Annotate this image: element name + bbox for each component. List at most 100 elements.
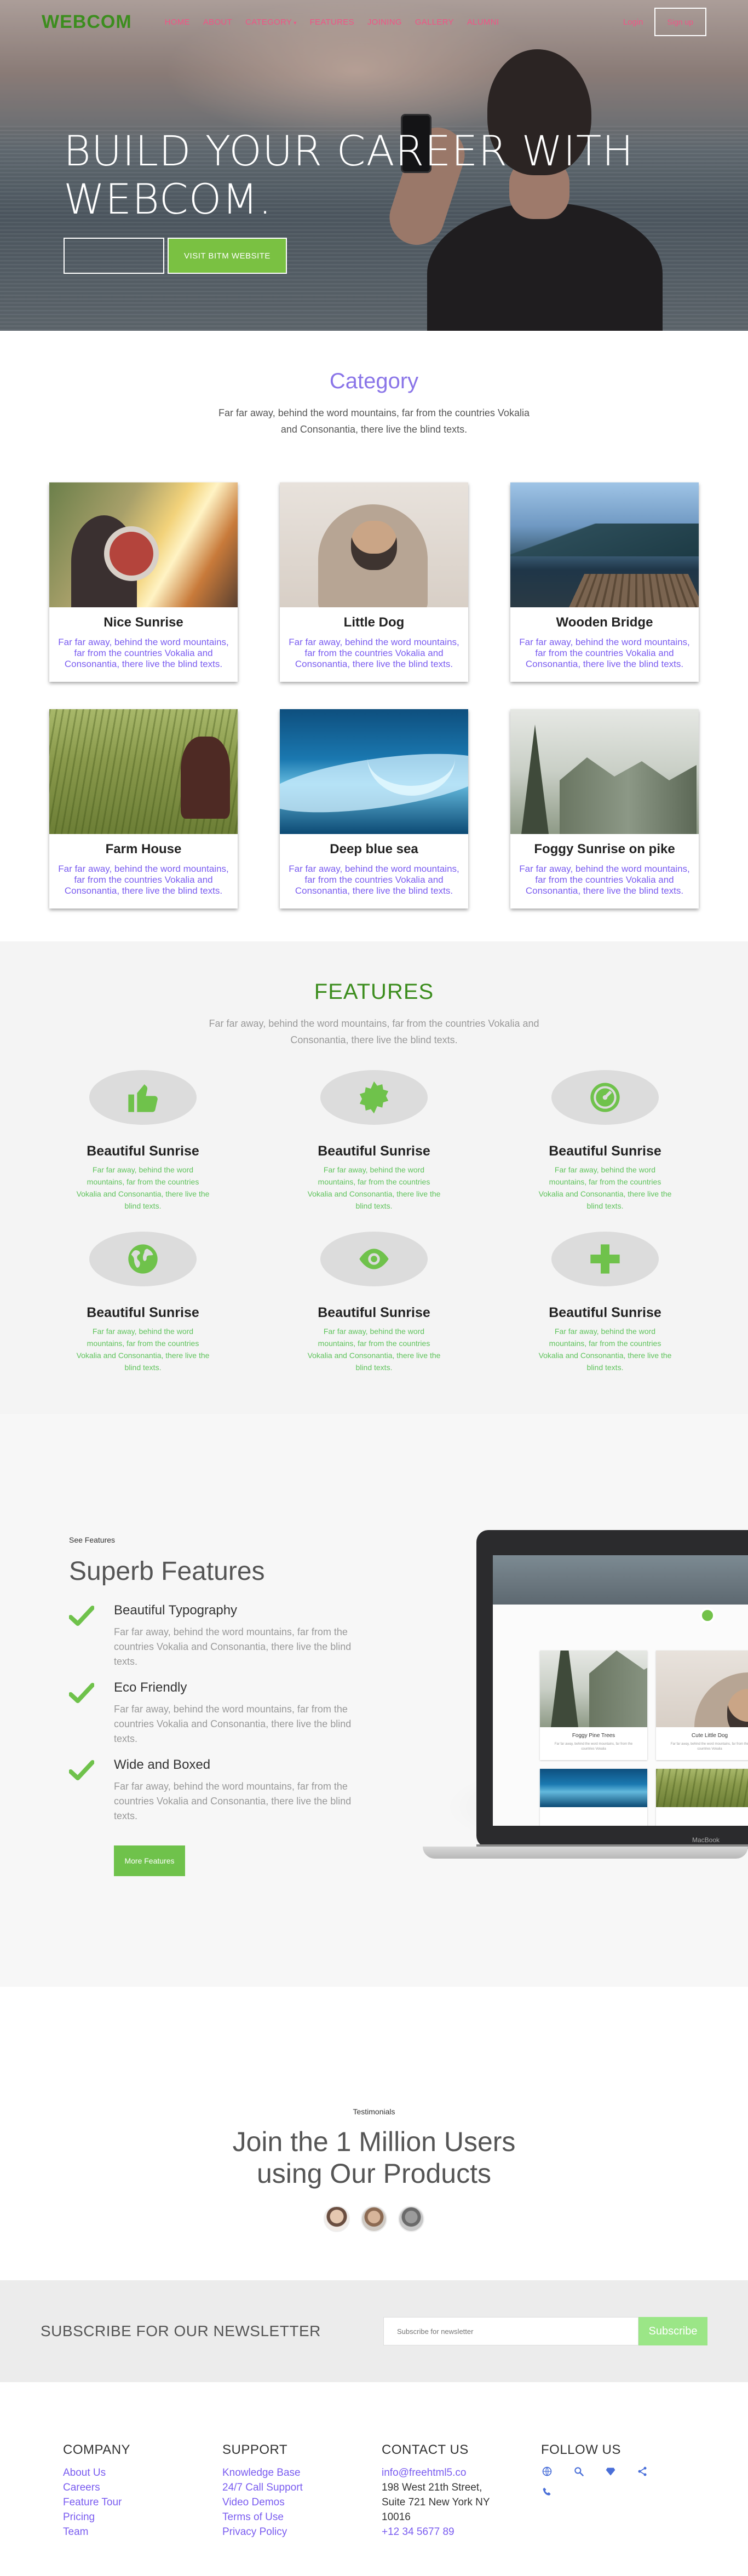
- laptop-card: [656, 1769, 748, 1826]
- caret-down-icon: ▾: [294, 20, 297, 26]
- hero-title: BUILD YOUR CAREER WITH WEBCOM.: [64, 127, 634, 223]
- avatar[interactable]: [398, 2206, 424, 2232]
- superb-feature-text: Far far away, behind the word mountains,…: [114, 1781, 352, 1821]
- newsletter-email-input[interactable]: [383, 2317, 638, 2345]
- plus-icon: [551, 1232, 659, 1286]
- search-icon[interactable]: [573, 2465, 585, 2477]
- footer-heading: CONTACT US: [382, 2442, 469, 2457]
- laptop-card: Cute Little Dog Far far away, behind the…: [656, 1651, 748, 1760]
- feature-text: Far far away, behind the word mountains,…: [538, 1327, 672, 1372]
- login-link[interactable]: Login: [623, 18, 643, 27]
- avatar[interactable]: [324, 2206, 350, 2232]
- footer-link[interactable]: Knowledge Base: [222, 2465, 382, 2480]
- phone-icon[interactable]: [541, 2486, 553, 2498]
- hero-outline-button[interactable]: [64, 238, 164, 274]
- superb-features-section: See Features Superb Features Beautiful T…: [0, 1414, 748, 1987]
- nav-item-category[interactable]: CATEGORY ▾: [245, 18, 297, 27]
- card-text: Far far away, behind the word mountains,…: [519, 637, 690, 669]
- hero-title-line1: BUILD YOUR CAREER WITH: [64, 127, 634, 175]
- nav-item-alumni[interactable]: ALUMNI: [467, 18, 499, 27]
- feature-text: Far far away, behind the word mountains,…: [76, 1327, 210, 1372]
- category-card[interactable]: Wooden Bridge Far far away, behind the w…: [510, 482, 699, 682]
- category-subtitle: Far far away, behind the word mountains,…: [218, 407, 530, 435]
- category-cards: Nice Sunrise Far far away, behind the wo…: [0, 482, 748, 909]
- footer-heading: SUPPORT: [222, 2442, 288, 2457]
- nav-item-home[interactable]: HOME: [165, 18, 190, 27]
- category-card[interactable]: Little Dog Far far away, behind the word…: [280, 482, 468, 682]
- nav-item-features[interactable]: FEATURES: [310, 18, 354, 27]
- footer-link[interactable]: Privacy Policy: [222, 2525, 382, 2539]
- footer-company: COMPANY About Us Careers Feature Tour Pr…: [63, 2442, 222, 2558]
- nav-item-joining[interactable]: JOINING: [367, 18, 402, 27]
- site-logo[interactable]: WEBCOM: [42, 12, 132, 33]
- feature-title: Beautiful Sunrise: [549, 1143, 661, 1159]
- footer-link[interactable]: Feature Tour: [63, 2495, 222, 2510]
- footer-support: SUPPORT Knowledge Base 24/7 Call Support…: [222, 2442, 382, 2558]
- nav-item-category-label: CATEGORY: [245, 17, 292, 27]
- globe-icon: [89, 1232, 197, 1286]
- footer-link[interactable]: Terms of Use: [222, 2510, 382, 2525]
- nav-item-gallery[interactable]: GALLERY: [415, 18, 454, 27]
- dashboard-icon: [551, 1070, 659, 1125]
- check-icon: [69, 1760, 94, 1780]
- superb-feature-item: Beautiful Typography Far far away, behin…: [69, 1603, 376, 1669]
- laptop-screen: Foggy Pine Trees Far far away, behind th…: [493, 1555, 748, 1826]
- laptop-card-text: Far far away, behind the word mountains,…: [554, 1743, 633, 1751]
- feature-text: Far far away, behind the word mountains,…: [307, 1327, 441, 1372]
- footer-contact: CONTACT US info@freehtml5.co 198 West 21…: [382, 2442, 541, 2558]
- newsletter-title: SUBSCRIBE FOR OUR NEWSLETTER: [41, 2322, 321, 2339]
- hero-title-line2: WEBCOM.: [64, 175, 273, 223]
- superb-feature-list: Beautiful Typography Far far away, behin…: [69, 1603, 376, 1824]
- laptop-card: Foggy Pine Trees Far far away, behind th…: [540, 1651, 647, 1760]
- top-navbar: WEBCOM HOME ABOUT CATEGORY ▾ FEATURES JOI…: [0, 0, 748, 44]
- features-section: FEATURES Far far away, behind the word m…: [0, 941, 748, 1414]
- features-title: FEATURES: [314, 980, 434, 1004]
- superb-feature-item: Eco Friendly Far far away, behind the wo…: [69, 1680, 376, 1746]
- contact-email-link[interactable]: info@freehtml5.co: [382, 2465, 541, 2480]
- diamond-icon[interactable]: [605, 2465, 617, 2477]
- feature-item: Beautiful Sunrise Far far away, behind t…: [306, 1070, 442, 1212]
- share-icon[interactable]: [636, 2465, 648, 2477]
- feature-item: Beautiful Sunrise Far far away, behind t…: [537, 1070, 674, 1212]
- check-icon: [69, 1683, 94, 1703]
- laptop-mockup: Foggy Pine Trees Far far away, behind th…: [423, 1530, 748, 1859]
- globe-icon[interactable]: [541, 2465, 553, 2477]
- category-card[interactable]: Deep blue sea Far far away, behind the w…: [280, 709, 468, 909]
- testimonial-avatars: [0, 2206, 748, 2232]
- footer-link[interactable]: Team: [63, 2525, 222, 2539]
- subscribe-button[interactable]: Subscribe: [638, 2317, 707, 2345]
- card-text: Far far away, behind the word mountains,…: [58, 864, 229, 896]
- avatar[interactable]: [361, 2206, 387, 2232]
- features-grid: Beautiful Sunrise Far far away, behind t…: [0, 1070, 748, 1373]
- newsletter-section: SUBSCRIBE FOR OUR NEWSLETTER Subscribe: [0, 2280, 748, 2382]
- feature-title: Beautiful Sunrise: [87, 1143, 199, 1159]
- feature-text: Far far away, behind the word mountains,…: [307, 1165, 441, 1210]
- card-image: [280, 709, 468, 834]
- laptop-card-title: Cute Little Dog: [691, 1733, 728, 1739]
- card-title: Nice Sunrise: [103, 615, 183, 630]
- contact-address-line: Suite 721 New York NY: [382, 2497, 490, 2508]
- category-card[interactable]: Farm House Far far away, behind the word…: [49, 709, 238, 909]
- signup-button[interactable]: Sign up: [654, 8, 706, 36]
- feature-text: Far far away, behind the word mountains,…: [76, 1165, 210, 1210]
- footer-link[interactable]: About Us: [63, 2465, 222, 2480]
- thumbs-up-icon: [89, 1070, 197, 1125]
- category-title: Category: [329, 369, 419, 393]
- feature-item: Beautiful Sunrise Far far away, behind t…: [306, 1232, 442, 1373]
- footer-link[interactable]: Careers: [63, 2480, 222, 2495]
- nav-item-about[interactable]: ABOUT: [203, 18, 232, 27]
- more-features-button[interactable]: More Features: [114, 1845, 185, 1876]
- footer-link[interactable]: 24/7 Call Support: [222, 2480, 382, 2495]
- footer-link[interactable]: Pricing: [63, 2510, 222, 2525]
- contact-phone-link[interactable]: +12 34 5677 89: [382, 2525, 541, 2539]
- footer-heading: COMPANY: [63, 2442, 131, 2457]
- testimonials-section: Testimonials Join the 1 Million Users us…: [0, 1987, 748, 2280]
- footer-link[interactable]: Video Demos: [222, 2495, 382, 2510]
- category-card[interactable]: Nice Sunrise Far far away, behind the wo…: [49, 482, 238, 682]
- laptop-screen-dot: [700, 1608, 715, 1623]
- visit-bitm-button[interactable]: VISIT BITM WEBSITE: [168, 238, 287, 274]
- category-card[interactable]: Foggy Sunrise on pike Far far away, behi…: [510, 709, 699, 909]
- main-menu: HOME ABOUT CATEGORY ▾ FEATURES JOINING GA…: [165, 18, 513, 27]
- check-icon: [69, 1606, 94, 1626]
- site-footer: COMPANY About Us Careers Feature Tour Pr…: [0, 2382, 748, 2558]
